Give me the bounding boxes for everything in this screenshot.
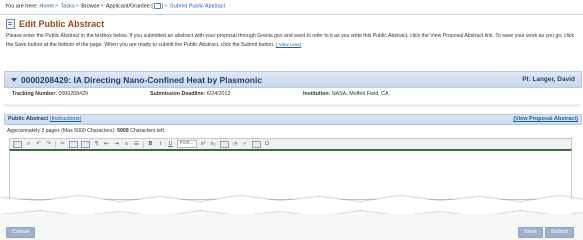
undo-icon[interactable]: ↶ [35, 141, 42, 148]
torn-page-edge [0, 196, 583, 240]
breadcrumb-prefix: You are here: [5, 3, 38, 10]
document-icon [6, 18, 15, 29]
breadcrumb-browse: Browse [81, 3, 100, 10]
toolbar-divider [143, 140, 144, 148]
table-icon[interactable] [219, 140, 229, 148]
copy-icon[interactable] [69, 140, 78, 148]
institution-value: NASA, Moffett Field, CA [331, 91, 389, 97]
font-select[interactable]: Font... [177, 140, 197, 148]
cut-icon[interactable]: ✂ [59, 141, 66, 148]
deadline-label: Submission Deadline: [150, 91, 206, 97]
paragraph-icon[interactable]: ¶ [93, 141, 100, 148]
project-title: 0000208429: IA Directing Nano-Confined H… [21, 74, 263, 85]
tracking-value: 0000208429 [58, 91, 88, 97]
clock-icon[interactable]: ◷ [232, 141, 239, 148]
project-header[interactable]: 0000208429: IA Directing Nano-Confined H… [4, 71, 582, 88]
cancel-button[interactable]: Cancel [6, 227, 36, 238]
limit-label: Approximately 3 pages (Max 5000 Characte… [7, 128, 116, 134]
italic-button[interactable]: I [157, 141, 164, 148]
chars-left-value: 5000 [117, 128, 129, 134]
collapse-triangle-icon[interactable] [11, 77, 17, 82]
view-proposal-abstract-link[interactable]: (View Proposal Abstract) [513, 116, 578, 122]
subscript-button[interactable]: x₂ [210, 141, 217, 148]
page-title: Edit Public Abstract [19, 18, 105, 29]
breadcrumb-current-link[interactable]: Submit Public Abstract [170, 3, 225, 9]
character-limit-text: Approximately 3 pages (Max 5000 Characte… [7, 128, 165, 134]
source-icon[interactable] [13, 140, 22, 148]
editor-toolbar: ⌕ ↶ ↷ ✂ ¶ ⇤ ⇥ ≡ ☰ B I U Font... x² x₂ ◷ … [9, 138, 572, 149]
instructions-link[interactable]: (Instructions) [50, 116, 82, 122]
submit-button[interactable]: Submit [545, 227, 575, 238]
indent-icon[interactable]: ⇥ [113, 141, 120, 148]
project-info-row: Tracking Number: 0000208429 Submission D… [4, 89, 580, 100]
page-instructions: Please enter the Public Abstract in the … [6, 32, 581, 49]
numbered-list-icon[interactable]: ☰ [133, 141, 140, 148]
divider [0, 14, 583, 15]
section-label: Public Abstract [8, 116, 49, 122]
save-button[interactable]: Save [518, 227, 543, 238]
institution-label: Institution: [303, 91, 331, 97]
toolbar-divider [55, 140, 56, 148]
public-abstract-section-bar: Public Abstract (Instructions) (View Pro… [4, 114, 582, 125]
underline-button[interactable]: U [167, 141, 174, 148]
image-icon[interactable] [251, 140, 261, 148]
principal-investigator: PI: Langer, David [522, 76, 575, 83]
view-less-link[interactable]: ( View Less) [276, 42, 301, 47]
spellcheck-icon[interactable]: ✓ [242, 141, 249, 148]
breadcrumb-home-link[interactable]: Home [39, 3, 54, 9]
breadcrumb: You are here: Home» Tasks» Browse» Appli… [5, 3, 226, 10]
find-icon[interactable]: ⌕ [25, 141, 32, 148]
calendar-icon[interactable] [153, 3, 161, 9]
breadcrumb-tasks-link[interactable]: Tasks [61, 3, 75, 9]
special-char-button[interactable]: Ω [264, 141, 271, 148]
chars-left-suffix: Characters left. [130, 128, 166, 134]
superscript-button[interactable]: x² [200, 141, 207, 148]
bold-button[interactable]: B [147, 141, 154, 148]
deadline-value: 6/24/2013 [206, 91, 231, 97]
outdent-icon[interactable]: ⇤ [103, 141, 110, 148]
redo-icon[interactable]: ↷ [45, 141, 52, 148]
page-heading: Edit Public Abstract [6, 18, 104, 29]
divider [4, 104, 580, 107]
breadcrumb-applicant: Applicant/Grantee [105, 3, 150, 10]
paste-icon[interactable] [81, 140, 90, 148]
tracking-label: Tracking Number: [12, 91, 58, 97]
bulleted-list-icon[interactable]: ≡ [123, 141, 130, 148]
